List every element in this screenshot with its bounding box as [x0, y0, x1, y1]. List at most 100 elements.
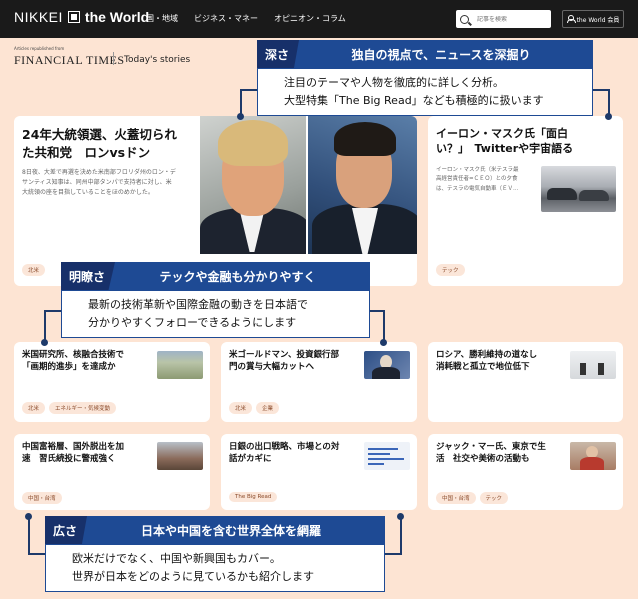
member-label: the World 会員: [576, 16, 620, 24]
todays-stories-heading: Today's stories: [124, 55, 191, 65]
musk-title-line-2: い？」 Twitterや宇宙語る: [436, 142, 574, 156]
callout-clarity: 明瞭さ テックや金融も分かりやすく 最新の技術革新や国際金融の動きを日本語で 分…: [61, 262, 370, 338]
connector-line: [28, 553, 46, 555]
title-line-2: 活 社交や美術の活動も: [436, 453, 530, 464]
callout-body: 欧米だけでなく、中国や新興国もカバー。 世界が日本をどのように見ているかも紹介し…: [45, 544, 385, 592]
connector-line: [44, 310, 46, 342]
photo-figure-hair: [218, 120, 288, 166]
logo-world-text: the World: [84, 9, 150, 25]
user-icon: [566, 15, 576, 23]
article-tags: 北米 企業: [229, 402, 283, 414]
nav-item-business[interactable]: ビジネス・マネー: [194, 13, 258, 24]
republished-note: Articles republished from: [14, 46, 65, 51]
article-title[interactable]: 米国研究所、核融合技術で 「画期的進歩」を達成か: [22, 350, 124, 374]
chart-bar: [368, 458, 404, 460]
header-divider: [113, 52, 114, 65]
connector-dot: [237, 113, 244, 120]
article-tags: 中国・台湾 テック: [436, 492, 512, 504]
tag-chip[interactable]: エネルギー・気候変動: [49, 402, 117, 414]
callout-body-line-1: 注目のテーマや人物を徹底的に詳しく分析。: [284, 76, 504, 90]
tag-chip[interactable]: The Big Read: [229, 492, 278, 502]
title-line-1: ロシア、勝利維持の道なし: [436, 350, 538, 360]
search-box[interactable]: [456, 10, 551, 28]
tag-chip[interactable]: 北米: [22, 402, 46, 414]
connector-dot: [605, 113, 612, 120]
title-line-1: 米国研究所、核融合技術で: [22, 350, 125, 360]
musk-thumbnail-cars: [541, 166, 616, 212]
tag-chip[interactable]: 企業: [256, 402, 280, 414]
article-title[interactable]: 日銀の出口戦略、市場との対 話がカギに: [229, 442, 339, 466]
financial-times-logo[interactable]: FINANCIAL TIMES: [14, 53, 125, 68]
title-line-1: 中国富裕層、国外脱出を加: [22, 442, 125, 452]
connector-dot: [25, 513, 32, 520]
tag-chip[interactable]: 北米: [22, 264, 46, 276]
lead-desc-line-2: サンティス知事は、同州中部タンパで支持者に対し、米: [22, 179, 172, 187]
tag-chip[interactable]: テック: [479, 492, 509, 504]
connector-line: [240, 89, 258, 91]
article-card-china-wealthy[interactable]: 中国富裕層、国外脱出を加 速 習氏続投に警戒強く 中国・台湾: [14, 434, 210, 510]
musk-article-title[interactable]: イーロン・マスク氏「面白 い？」 Twitterや宇宙語る: [436, 126, 573, 157]
article-tags: 中国・台湾: [22, 492, 66, 504]
title-line-2: 消耗戦と孤立で地位低下: [436, 361, 530, 372]
search-icon[interactable]: [460, 14, 469, 24]
lead-article-card[interactable]: 24年大統領選、火蓋切られ た共和党 ロンvsドン 8日夜、大差で再選を決めた米…: [14, 116, 417, 286]
callout-body-line-2: 分かりやすくフォローできるようにします: [88, 316, 297, 329]
boj-chart-thumbnail: [364, 442, 410, 470]
lead-article-title[interactable]: 24年大統領選、火蓋切られ た共和党 ロンvsドン: [22, 126, 177, 161]
musk-article-card[interactable]: イーロン・マスク氏「面白 い？」 Twitterや宇宙語る イーロン・マスク氏（…: [428, 116, 623, 286]
article-card-boj[interactable]: 日銀の出口戦略、市場との対 話がカギに The Big Read: [221, 434, 417, 510]
article-card-jack-ma[interactable]: ジャック・マー氏、東京で生 活 社交や美術の活動も 中国・台湾 テック: [428, 434, 623, 510]
title-line-2: 速 習氏続投に警戒強く: [22, 453, 116, 464]
lead-desc-line-1: 8日夜、大差で再選を決めた米南部フロリダ州のロン・デ: [22, 169, 176, 176]
speaker-body: [372, 367, 400, 379]
car-shape: [547, 188, 577, 200]
callout-body: 注目のテーマや人物を徹底的に詳しく分析。 大型特集「The Big Read」な…: [257, 68, 593, 116]
title-line-2: 話がカギに: [229, 453, 272, 464]
main-nav: 国・地域 ビジネス・マネー オピニオン・コラム: [146, 13, 362, 24]
article-card-russia[interactable]: ロシア、勝利維持の道なし 消耗戦と孤立で地位低下: [428, 342, 623, 422]
figure-shape: [598, 363, 604, 375]
article-card-goldman[interactable]: 米ゴールドマン、投資銀行部 門の賞与大幅カットへ 北米 企業: [221, 342, 417, 422]
callout-body-line-2: 世界が日本をどのように見ているかも紹介します: [72, 570, 314, 583]
lead-tags: 北米: [22, 264, 49, 276]
callout-key-label: 明瞭さ: [61, 262, 116, 290]
connector-line: [28, 516, 30, 554]
tag-chip[interactable]: テック: [436, 264, 465, 276]
article-title[interactable]: 中国富裕層、国外脱出を加 速 習氏続投に警戒強く: [22, 442, 124, 466]
tag-chip[interactable]: 中国・台湾: [436, 492, 476, 504]
connector-line: [44, 310, 62, 312]
callout-header: 広さ 日本や中国を含む世界全体を網羅: [45, 516, 385, 544]
article-tags: 北米 エネルギー・気候変動: [22, 402, 120, 414]
lead-article-summary: 8日夜、大差で再選を決めた米南部フロリダ州のロン・デ サンティス知事は、同州中部…: [22, 168, 200, 199]
nikkei-the-world-logo[interactable]: NIKKEI the World: [14, 9, 149, 25]
lead-photo-left: [200, 116, 306, 254]
article-title[interactable]: ロシア、勝利維持の道なし 消耗戦と孤立で地位低下: [436, 350, 537, 374]
article-card-fusion[interactable]: 米国研究所、核融合技術で 「画期的進歩」を達成か 北米 エネルギー・気候変動: [14, 342, 210, 422]
connector-line: [240, 89, 242, 116]
article-title[interactable]: ジャック・マー氏、東京で生 活 社交や美術の活動も: [436, 442, 546, 466]
logo-nikkei-text: NIKKEI: [14, 9, 63, 25]
callout-key-label: 深さ: [257, 40, 300, 68]
callout-header: 明瞭さ テックや金融も分かりやすく: [61, 262, 370, 290]
connector-line: [400, 516, 402, 555]
callout-breadth: 広さ 日本や中国を含む世界全体を網羅 欧米だけでなく、中国や新興国もカバー。 世…: [45, 516, 385, 592]
chart-bar: [368, 453, 390, 455]
tag-chip[interactable]: 北米: [229, 402, 253, 414]
connector-dot: [380, 339, 387, 346]
callout-title: 独自の視点で、ニュースを深掘り: [351, 47, 531, 62]
title-line-1: 日銀の出口戦略、市場との対: [229, 442, 340, 452]
person-body: [580, 457, 604, 470]
nav-item-opinion[interactable]: オピニオン・コラム: [274, 13, 346, 24]
member-button[interactable]: the World 会員: [562, 10, 624, 28]
nav-item-countries[interactable]: 国・地域: [146, 13, 178, 24]
article-title[interactable]: 米ゴールドマン、投資銀行部 門の賞与大幅カットへ: [229, 350, 339, 374]
tag-chip[interactable]: 中国・台湾: [22, 492, 62, 504]
top-navigation-bar: NIKKEI the World 国・地域 ビジネス・マネー オピニオン・コラム…: [0, 0, 638, 38]
jack-ma-thumbnail: [570, 442, 616, 470]
photo-figure-hair: [334, 122, 396, 156]
logo-square-icon: [67, 11, 80, 23]
musk-desc-line-1: イーロン・マスク氏（米テスラ最: [436, 167, 519, 173]
lead-photo-right: [308, 116, 417, 254]
musk-article-summary: イーロン・マスク氏（米テスラ最 高経営責任者=ＣＥＯ）との夕食 は、テスラの電気…: [436, 166, 542, 194]
search-input[interactable]: [477, 15, 547, 23]
